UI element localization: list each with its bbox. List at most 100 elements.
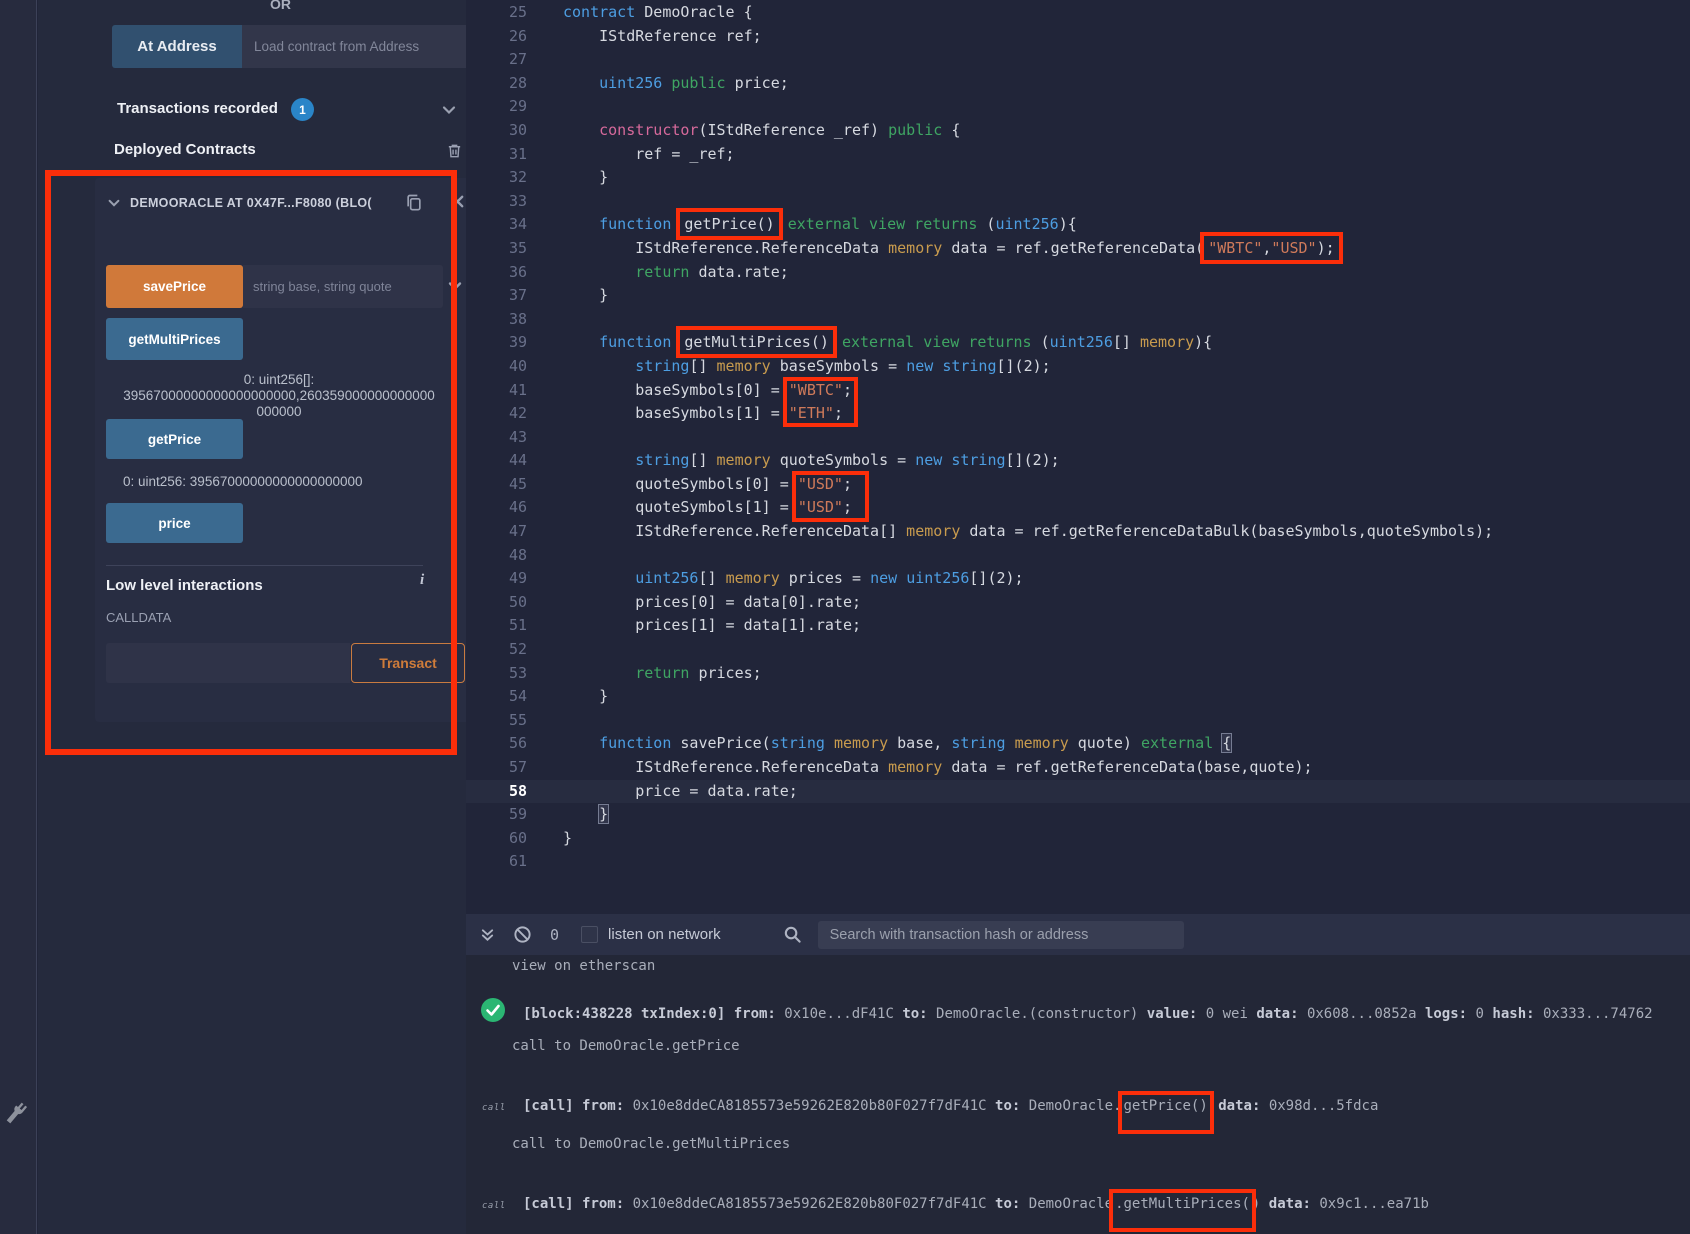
line-number: 26 bbox=[466, 25, 527, 49]
terminal-line[interactable]: [block:438228 txIndex:0] from: 0x10e...d… bbox=[523, 1006, 1653, 1022]
getprice-button[interactable]: getPrice bbox=[106, 419, 243, 459]
deployed-contracts-label: Deployed Contracts bbox=[114, 141, 256, 158]
terminal-search-input[interactable] bbox=[818, 921, 1184, 949]
terminal-line[interactable]: call to DemoOracle.getPrice bbox=[512, 1038, 740, 1054]
code-line[interactable]: 34 function getPrice() external view ret… bbox=[466, 213, 1690, 237]
copy-icon[interactable] bbox=[404, 192, 424, 214]
code-line[interactable]: 40 string[] memory baseSymbols = new str… bbox=[466, 355, 1690, 379]
calldata-input[interactable] bbox=[106, 643, 350, 683]
code-line[interactable]: 53 return prices; bbox=[466, 662, 1690, 686]
collapse-terminal-icon[interactable] bbox=[480, 927, 495, 943]
line-number: 28 bbox=[466, 72, 527, 96]
annotation-box-inline: getPrice() bbox=[680, 212, 778, 236]
line-number: 41 bbox=[466, 379, 527, 403]
getmultiprices-output: 0: uint256[]: 39567000000000000000000,26… bbox=[123, 372, 435, 420]
line-number: 50 bbox=[466, 591, 527, 615]
code-line[interactable]: 29 bbox=[466, 95, 1690, 119]
run-and-deploy-panel: OR At Address Transactions recorded 1 De… bbox=[38, 0, 466, 1234]
call-tag: call bbox=[482, 1201, 506, 1211]
annotation-box-inline: getPrice() bbox=[1122, 1095, 1210, 1130]
saveprice-args-input[interactable] bbox=[243, 265, 443, 308]
code-line[interactable]: 56 function savePrice(string memory base… bbox=[466, 732, 1690, 756]
code-line[interactable]: 52 bbox=[466, 638, 1690, 662]
code-line[interactable]: 31 ref = _ref; bbox=[466, 143, 1690, 167]
divider bbox=[106, 565, 423, 566]
line-number: 35 bbox=[466, 237, 527, 261]
line-number: 25 bbox=[466, 1, 527, 25]
transact-button[interactable]: Transact bbox=[351, 643, 465, 683]
line-number: 30 bbox=[466, 119, 527, 143]
terminal-line[interactable]: [call] from: 0x10e8ddeCA8185573e59262E82… bbox=[523, 1098, 1378, 1114]
code-line[interactable]: 28 uint256 public price; bbox=[466, 72, 1690, 96]
calldata-label: CALLDATA bbox=[106, 610, 171, 625]
saveprice-button[interactable]: savePrice bbox=[106, 265, 243, 308]
at-address-input[interactable] bbox=[242, 25, 469, 68]
code-line[interactable]: 37 } bbox=[466, 284, 1690, 308]
code-lines: 25contract DemoOracle {26 IStdReference … bbox=[466, 0, 1690, 874]
line-number: 56 bbox=[466, 732, 527, 756]
annotation-box-inline: getMultiPrices() bbox=[680, 330, 833, 354]
line-number: 47 bbox=[466, 520, 527, 544]
code-line[interactable]: 32 } bbox=[466, 166, 1690, 190]
code-line[interactable]: 43 bbox=[466, 426, 1690, 450]
getprice-output: 0: uint256: 39567000000000000000000 bbox=[123, 474, 435, 489]
code-line[interactable]: 35 IStdReference.ReferenceData memory da… bbox=[466, 237, 1690, 261]
price-button[interactable]: price bbox=[106, 503, 243, 543]
info-icon[interactable]: i bbox=[420, 572, 424, 589]
code-line[interactable]: 59 } bbox=[466, 803, 1690, 827]
line-number: 43 bbox=[466, 426, 527, 450]
terminal-line[interactable]: call to DemoOracle.getMultiPrices bbox=[512, 1136, 790, 1152]
chevron-down-icon[interactable] bbox=[441, 102, 457, 118]
listen-on-network-label: listen on network bbox=[608, 926, 721, 943]
code-line[interactable]: 25contract DemoOracle { bbox=[466, 1, 1690, 25]
code-line[interactable]: 33 bbox=[466, 190, 1690, 214]
code-line[interactable]: 50 prices[0] = data[0].rate; bbox=[466, 591, 1690, 615]
line-number: 27 bbox=[466, 48, 527, 72]
code-line[interactable]: 54 } bbox=[466, 685, 1690, 709]
plugin-icon-strip bbox=[0, 0, 37, 1234]
listen-on-network-checkbox[interactable] bbox=[581, 926, 598, 943]
code-line[interactable]: 60} bbox=[466, 827, 1690, 851]
terminal-line[interactable]: view on etherscan bbox=[512, 958, 655, 974]
contract-expand-chevron-icon[interactable] bbox=[107, 196, 121, 210]
code-line[interactable]: 26 IStdReference ref; bbox=[466, 25, 1690, 49]
code-line[interactable]: 39 function getMultiPrices() external vi… bbox=[466, 331, 1690, 355]
code-line[interactable]: 41 baseSymbols[0] = "WBTC"; bbox=[466, 379, 1690, 403]
line-number: 58 bbox=[466, 780, 527, 804]
transactions-count-badge: 1 bbox=[291, 98, 314, 121]
line-number: 37 bbox=[466, 284, 527, 308]
plug-icon[interactable] bbox=[2, 1098, 30, 1128]
code-line[interactable]: 58 price = data.rate; bbox=[466, 780, 1690, 804]
code-line[interactable]: 48 bbox=[466, 544, 1690, 568]
at-address-button[interactable]: At Address bbox=[112, 25, 242, 68]
trash-icon[interactable] bbox=[446, 142, 463, 160]
or-label: OR bbox=[270, 0, 291, 12]
line-number: 31 bbox=[466, 143, 527, 167]
code-line[interactable]: 49 uint256[] memory prices = new uint256… bbox=[466, 567, 1690, 591]
code-line[interactable]: 55 bbox=[466, 709, 1690, 733]
code-line[interactable]: 47 IStdReference.ReferenceData[] memory … bbox=[466, 520, 1690, 544]
terminal-log[interactable]: call call view on etherscan [block:43822… bbox=[466, 955, 1690, 1234]
code-line[interactable]: 27 bbox=[466, 48, 1690, 72]
code-line[interactable]: 57 IStdReference.ReferenceData memory da… bbox=[466, 756, 1690, 780]
close-icon[interactable] bbox=[450, 194, 465, 209]
getmultiprices-button[interactable]: getMultiPrices bbox=[106, 318, 243, 360]
code-line[interactable]: 38 bbox=[466, 308, 1690, 332]
code-line[interactable]: 42 baseSymbols[1] = "ETH"; bbox=[466, 402, 1690, 426]
line-number: 51 bbox=[466, 614, 527, 638]
code-line[interactable]: 30 constructor(IStdReference _ref) publi… bbox=[466, 119, 1690, 143]
code-line[interactable]: 46 quoteSymbols[1] = "USD"; bbox=[466, 496, 1690, 520]
code-line[interactable]: 45 quoteSymbols[0] = "USD"; bbox=[466, 473, 1690, 497]
contract-title[interactable]: DEMOORACLE AT 0X47F...F8080 (BLO( bbox=[130, 196, 395, 210]
clear-console-icon[interactable] bbox=[513, 925, 532, 944]
code-line[interactable]: 61 bbox=[466, 850, 1690, 874]
line-number: 55 bbox=[466, 709, 527, 733]
pending-tx-count: 0 bbox=[550, 926, 559, 944]
code-line[interactable]: 51 prices[1] = data[1].rate; bbox=[466, 614, 1690, 638]
code-line[interactable]: 36 return data.rate; bbox=[466, 261, 1690, 285]
line-number: 29 bbox=[466, 95, 527, 119]
code-editor[interactable]: 25contract DemoOracle {26 IStdReference … bbox=[466, 0, 1690, 914]
terminal-line[interactable]: [call] from: 0x10e8ddeCA8185573e59262E82… bbox=[523, 1196, 1429, 1212]
code-line[interactable]: 44 string[] memory quoteSymbols = new st… bbox=[466, 449, 1690, 473]
saveprice-expand-chevron-icon[interactable] bbox=[447, 278, 463, 294]
